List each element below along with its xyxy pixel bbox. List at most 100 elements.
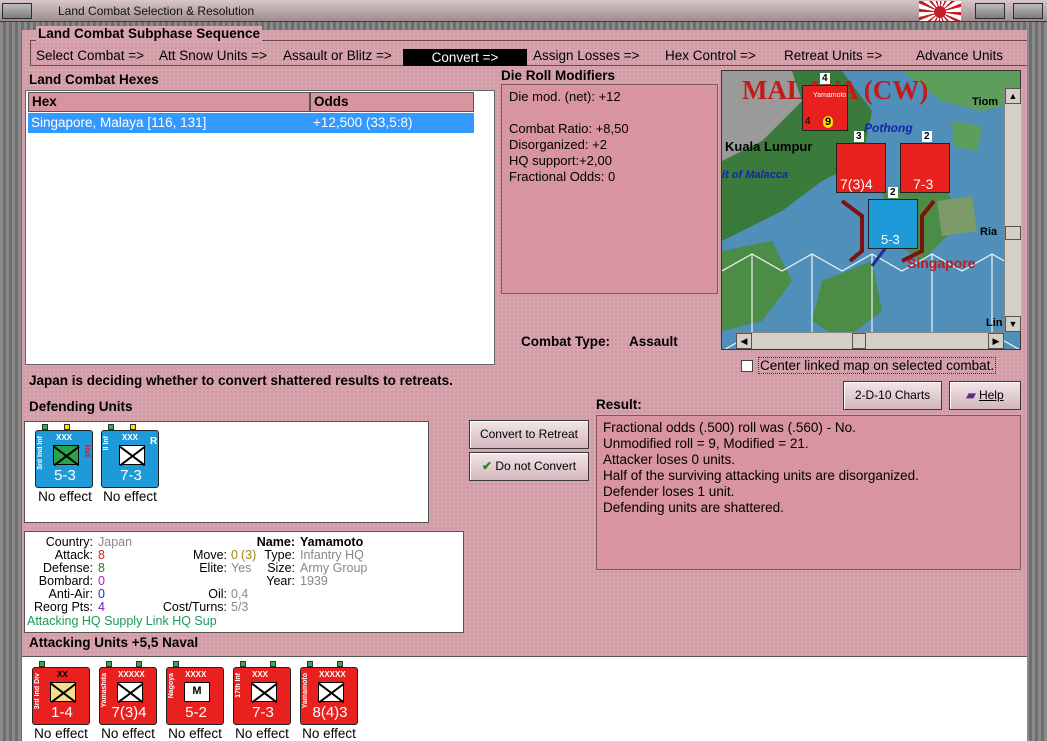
- info-move-label: Move:: [192, 548, 227, 562]
- unit-status-dot: [337, 661, 343, 667]
- help-label: Help: [978, 388, 1004, 402]
- seq-step-hex-control: Hex Control =>: [665, 48, 756, 63]
- unit-name: Yamashita: [101, 673, 108, 708]
- unit-name: II Inf: [103, 436, 110, 451]
- info-elite-label: Elite:: [199, 561, 227, 575]
- info-bombard-label: Bombard:: [38, 574, 93, 588]
- window-menu-icon[interactable]: [2, 3, 32, 19]
- scroll-left-icon[interactable]: ◀: [736, 333, 752, 349]
- stack-count: 2: [888, 187, 898, 198]
- do-not-convert-label: Do not Convert: [495, 459, 577, 473]
- map-city-lin: Lin: [986, 317, 1003, 329]
- info-move: 0: [231, 548, 238, 562]
- close-button[interactable]: [1013, 3, 1043, 19]
- map-vertical-scrollbar[interactable]: ▲ ▼: [1004, 88, 1021, 332]
- map-horizontal-scrollbar[interactable]: ◀ ▶: [736, 332, 1004, 349]
- center-link-label[interactable]: Center linked map on selected combat.: [758, 357, 997, 374]
- convert-to-retreat-button[interactable]: Convert to Retreat: [469, 420, 589, 449]
- unit-size: XX: [57, 670, 68, 679]
- unit-value: 5-3: [54, 467, 76, 484]
- drm-line: HQ support:+2,00: [509, 153, 612, 168]
- map-unit-value: 7(3)4: [840, 176, 873, 192]
- attacking-unit[interactable]: XXXX Nagoya M 5-2: [166, 661, 224, 725]
- drm-header: Die Roll Modifiers: [501, 68, 616, 83]
- scroll-thumb[interactable]: [1005, 226, 1021, 240]
- attacking-unit[interactable]: XX 3rd Ind Div 1-4: [32, 661, 90, 725]
- map-city-ria: Ria: [980, 226, 998, 238]
- scroll-right-icon[interactable]: ▶: [988, 333, 1004, 349]
- status-message: Japan is deciding whether to convert sha…: [29, 373, 453, 388]
- stack-count: 2: [922, 131, 932, 142]
- unit-size: XXXXX: [118, 670, 145, 679]
- info-move-secondary: (3): [241, 548, 257, 562]
- map-city-kl: Kuala Lumpur: [725, 139, 813, 154]
- window-title: Land Combat Selection & Resolution: [58, 4, 255, 18]
- do-not-convert-button[interactable]: ✔ Do not Convert: [469, 452, 589, 481]
- map-top-unit-value: 9: [823, 116, 834, 128]
- unit-status-dot: [130, 424, 136, 430]
- info-country: Japan: [98, 535, 133, 549]
- infantry-symbol-icon: [251, 682, 277, 702]
- unit-effect: No effect: [34, 726, 88, 741]
- map-unit-value: 5-3: [881, 232, 900, 247]
- charts-button[interactable]: 2-D-10 Charts: [843, 381, 942, 410]
- info-type: Infantry HQ: [300, 548, 364, 562]
- map-hq-value: 4: [805, 116, 811, 127]
- scroll-up-icon[interactable]: ▲: [1005, 88, 1021, 104]
- seq-step-assault: Assault or Blitz =>: [283, 48, 392, 63]
- scroll-thumb[interactable]: [852, 333, 866, 349]
- unit-status-dot: [270, 661, 276, 667]
- info-aa-label: Anti-Air:: [48, 587, 93, 601]
- map-unit-hq[interactable]: Yamamoto 9 4: [802, 85, 848, 131]
- drm-line: Die mod. (net): +12: [509, 89, 621, 104]
- row-hex: Singapore, Malaya [116, 131]: [31, 115, 207, 130]
- minimize-button[interactable]: [975, 3, 1005, 19]
- map-unit-value: 7-3: [913, 176, 934, 192]
- row-odds: +12,500 (33,5:8): [313, 115, 413, 130]
- drm-line: Combat Ratio: +8,50: [509, 121, 629, 136]
- unit-value: 7-3: [252, 704, 274, 721]
- info-name: Yamamoto: [300, 535, 364, 549]
- unit-value: 8(4)3: [312, 704, 348, 721]
- col-hex-header[interactable]: Hex: [28, 92, 310, 112]
- info-defense-label: Defense:: [42, 561, 93, 575]
- seq-step-current: Convert =>: [403, 49, 527, 66]
- unit-status-dot: [240, 661, 246, 667]
- seq-step-retreat: Retreat Units =>: [784, 48, 883, 63]
- unit-effect: No effect: [103, 489, 157, 504]
- map-unit-defender[interactable]: 5-3: [868, 199, 918, 249]
- table-row[interactable]: Singapore, Malaya [116, 131] +12,500 (33…: [28, 113, 474, 133]
- map-unit[interactable]: 7(3)4: [836, 143, 886, 193]
- defending-unit[interactable]: XXX 3rd Ind Inf Ind 5-3: [35, 424, 93, 488]
- center-link-checkbox[interactable]: [741, 360, 753, 372]
- hexes-table: Hex Odds Singapore, Malaya [116, 131] +1…: [25, 90, 495, 365]
- unit-effect: No effect: [101, 726, 155, 741]
- result-line: Unmodified roll = 9, Modified = 21.: [603, 436, 809, 451]
- unit-status-dot: [64, 424, 70, 430]
- attacking-unit[interactable]: XXX 17th Inf 7-3: [233, 661, 291, 725]
- attacking-unit[interactable]: XXXXX Yamamoto 8(4)3: [300, 661, 358, 725]
- unit-badge: Ind: [83, 445, 92, 457]
- info-name-label: Name:: [256, 535, 295, 549]
- unit-value: 7-3: [120, 467, 142, 484]
- japan-flag-icon: [919, 1, 961, 21]
- unit-value: 1-4: [51, 704, 73, 721]
- infantry-symbol-icon: [53, 445, 79, 465]
- info-size-label: Size:: [267, 561, 295, 575]
- unit-status-dot: [136, 661, 142, 667]
- info-attack-label: Attack:: [54, 548, 93, 562]
- unit-status-dot: [173, 661, 179, 667]
- drm-line: Fractional Odds: 0: [509, 169, 616, 184]
- mini-map[interactable]: MALAYA (CW) Kuala Lumpur Pothong Singapo…: [721, 70, 1021, 350]
- col-odds-header[interactable]: Odds: [310, 92, 474, 112]
- scroll-down-icon[interactable]: ▼: [1005, 316, 1021, 332]
- info-attack: 8: [98, 548, 105, 562]
- unit-value: 7(3)4: [111, 704, 147, 721]
- attacking-unit[interactable]: XXXXX Yamashita 7(3)4: [99, 661, 157, 725]
- map-unit[interactable]: 7-3: [900, 143, 950, 193]
- info-cost: 5/3: [231, 600, 249, 614]
- combat-type-label: Combat Type:: [521, 334, 611, 349]
- defending-unit[interactable]: XXX II Inf R 7-3: [101, 424, 159, 488]
- unit-size: XXX: [122, 433, 139, 442]
- help-button[interactable]: ▰ Help: [949, 381, 1021, 410]
